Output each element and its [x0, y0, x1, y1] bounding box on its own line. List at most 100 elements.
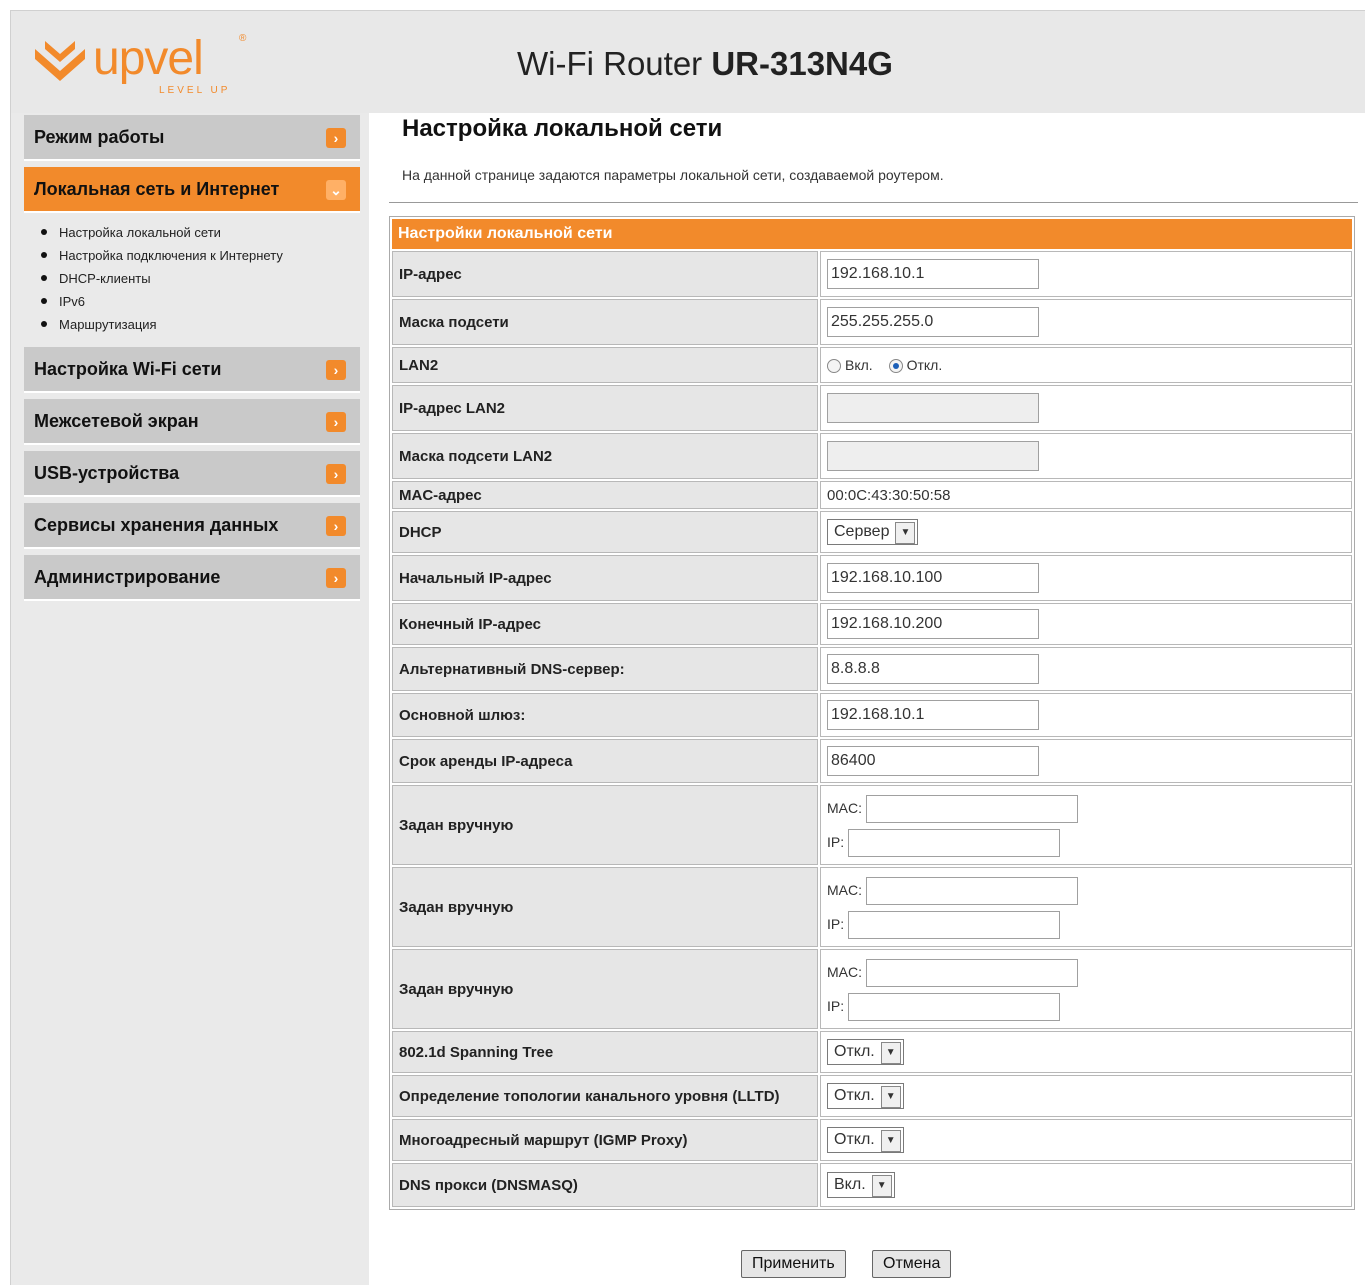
- subnet-mask-input[interactable]: 255.255.255.0: [827, 307, 1039, 337]
- submenu-label: Настройка подключения к Интернету: [59, 248, 283, 263]
- lan2-mask-input[interactable]: [827, 441, 1039, 471]
- lan2-off-label: Откл.: [906, 356, 943, 373]
- dnsmasq-select[interactable]: Вкл. ▼: [827, 1172, 895, 1198]
- sidebar-item-lan-internet[interactable]: Локальная сеть и Интернет ⌄: [24, 167, 360, 213]
- mac-label: MAC-адрес: [392, 481, 818, 509]
- dhcp-select[interactable]: Сервер ▼: [827, 519, 919, 545]
- dropdown-arrow-icon: ▼: [895, 522, 916, 544]
- submenu-item-lan[interactable]: Настройка локальной сети: [41, 223, 283, 246]
- bullet-icon: [41, 252, 47, 258]
- ip-small-label: IP:: [827, 834, 845, 850]
- submenu-item-dhcp-clients[interactable]: DHCP-клиенты: [41, 269, 283, 292]
- sidebar-item-usb[interactable]: USB-устройства ›: [24, 451, 360, 497]
- dns-label: Альтернативный DNS-сервер:: [392, 647, 818, 691]
- stp-select-value: Откл.: [834, 1043, 875, 1060]
- gateway-label: Основной шлюз:: [392, 693, 818, 737]
- submenu-item-ipv6[interactable]: IPv6: [41, 292, 283, 315]
- sidebar-item-storage[interactable]: Сервисы хранения данных ›: [24, 503, 360, 549]
- sidebar-item-wifi[interactable]: Настройка Wi-Fi сети ›: [24, 347, 360, 393]
- mac-small-label: MAC:: [827, 882, 862, 898]
- dropdown-arrow-icon: ▼: [880, 1130, 901, 1152]
- bullet-icon: [41, 298, 47, 304]
- chevron-down-icon: ⌄: [326, 180, 346, 200]
- sidebar-item-firewall[interactable]: Межсетевой экран ›: [24, 399, 360, 445]
- manual-mac-input-3[interactable]: [865, 959, 1078, 988]
- igmp-select-value: Откл.: [834, 1131, 875, 1148]
- sidebar-submenu: Настройка локальной сети Настройка подкл…: [41, 223, 283, 338]
- stp-select[interactable]: Откл. ▼: [827, 1039, 904, 1065]
- lan2-label: LAN2: [392, 347, 818, 383]
- start-ip-input[interactable]: 192.168.10.100: [827, 563, 1039, 593]
- section-header: Настройки локальной сети: [392, 219, 1352, 249]
- lease-input[interactable]: 86400: [827, 746, 1039, 776]
- manual-ip-input-1[interactable]: [848, 829, 1061, 858]
- igmp-label: Многоадресный маршрут (IGMP Proxy): [392, 1119, 818, 1161]
- submenu-label: Настройка локальной сети: [59, 225, 221, 240]
- chevron-right-icon: ›: [326, 360, 346, 380]
- bullet-icon: [41, 229, 47, 235]
- bullet-icon: [41, 321, 47, 327]
- sidebar-item-label: Сервисы хранения данных: [34, 515, 279, 535]
- chevron-right-icon: ›: [326, 568, 346, 588]
- manual-ip-input-3[interactable]: [848, 993, 1061, 1022]
- manual-label: Задан вручную: [392, 949, 818, 1029]
- lan2-on-radio[interactable]: [827, 359, 841, 374]
- divider: [389, 202, 1358, 203]
- lltd-select-value: Откл.: [834, 1087, 875, 1104]
- lan2-on-label: Вкл.: [845, 356, 873, 373]
- chevron-right-icon: ›: [326, 516, 346, 536]
- chevron-right-icon: ›: [326, 412, 346, 432]
- dnsmasq-select-value: Вкл.: [834, 1176, 866, 1193]
- dropdown-arrow-icon: ▼: [871, 1175, 892, 1197]
- upvel-logo: upvel ® LEVEL UP: [31, 29, 251, 96]
- logo-tagline: LEVEL UP: [159, 85, 231, 96]
- sidebar-item-label: Локальная сеть и Интернет: [34, 179, 280, 199]
- lease-label: Срок аренды IP-адреса: [392, 739, 818, 783]
- page-description: На данной странице задаются параметры ло…: [402, 167, 944, 183]
- gateway-input[interactable]: 192.168.10.1: [827, 700, 1039, 730]
- header: upvel ® LEVEL UP Wi-Fi Router UR-313N4G: [11, 11, 1365, 113]
- mac-value: 00:0C:43:30:50:58: [820, 481, 1352, 509]
- sidebar-item-label: Межсетевой экран: [34, 411, 199, 431]
- page-frame: upvel ® LEVEL UP Wi-Fi Router UR-313N4G …: [10, 10, 1365, 1285]
- dhcp-select-value: Сервер: [834, 523, 890, 540]
- dns-input[interactable]: 8.8.8.8: [827, 654, 1039, 684]
- manual-ip-input-2[interactable]: [848, 911, 1061, 940]
- end-ip-input[interactable]: 192.168.10.200: [827, 609, 1039, 639]
- manual-mac-input-2[interactable]: [865, 877, 1078, 906]
- ip-address-input[interactable]: 192.168.10.1: [827, 259, 1039, 289]
- apply-button[interactable]: Применить: [741, 1250, 846, 1278]
- sidebar-item-label: Администрирование: [34, 567, 221, 587]
- submenu-item-internet[interactable]: Настройка подключения к Интернету: [41, 246, 283, 269]
- sidebar: Режим работы › Локальная сеть и Интернет…: [11, 113, 369, 1285]
- manual-label: Задан вручную: [392, 867, 818, 947]
- cancel-button[interactable]: Отмена: [872, 1250, 952, 1278]
- sidebar-item-label: USB-устройства: [34, 463, 180, 483]
- igmp-select[interactable]: Откл. ▼: [827, 1127, 904, 1153]
- page-header-title: Wi-Fi Router UR-313N4G: [517, 45, 893, 83]
- logo-chevron-icon: [35, 41, 85, 81]
- submenu-item-routing[interactable]: Маршрутизация: [41, 315, 283, 338]
- page-title: Настройка локальной сети: [402, 115, 723, 142]
- dropdown-arrow-icon: ▼: [880, 1042, 901, 1064]
- lan2-ip-input[interactable]: [827, 393, 1039, 423]
- lltd-select[interactable]: Откл. ▼: [827, 1083, 904, 1109]
- ip-small-label: IP:: [827, 998, 845, 1014]
- submenu-label: DHCP-клиенты: [59, 271, 151, 286]
- ip-small-label: IP:: [827, 916, 845, 932]
- lltd-label: Определение топологии канального уровня …: [392, 1075, 818, 1117]
- manual-label: Задан вручную: [392, 785, 818, 865]
- lan2-ip-label: IP-адрес LAN2: [392, 385, 818, 431]
- sidebar-item-mode[interactable]: Режим работы ›: [24, 115, 360, 161]
- chevron-right-icon: ›: [326, 464, 346, 484]
- stp-label: 802.1d Spanning Tree: [392, 1031, 818, 1073]
- mask-label: Маска подсети: [392, 299, 818, 345]
- start-ip-label: Начальный IP-адрес: [392, 555, 818, 601]
- bullet-icon: [41, 275, 47, 281]
- submenu-label: IPv6: [59, 294, 86, 309]
- manual-mac-input-1[interactable]: [865, 795, 1078, 824]
- lan2-off-radio[interactable]: [888, 359, 903, 374]
- sidebar-item-admin[interactable]: Администрирование ›: [24, 555, 360, 601]
- submenu-label: Маршрутизация: [59, 317, 157, 332]
- lan-settings-table: Настройки локальной сети IP-адрес 192.16…: [389, 216, 1355, 1210]
